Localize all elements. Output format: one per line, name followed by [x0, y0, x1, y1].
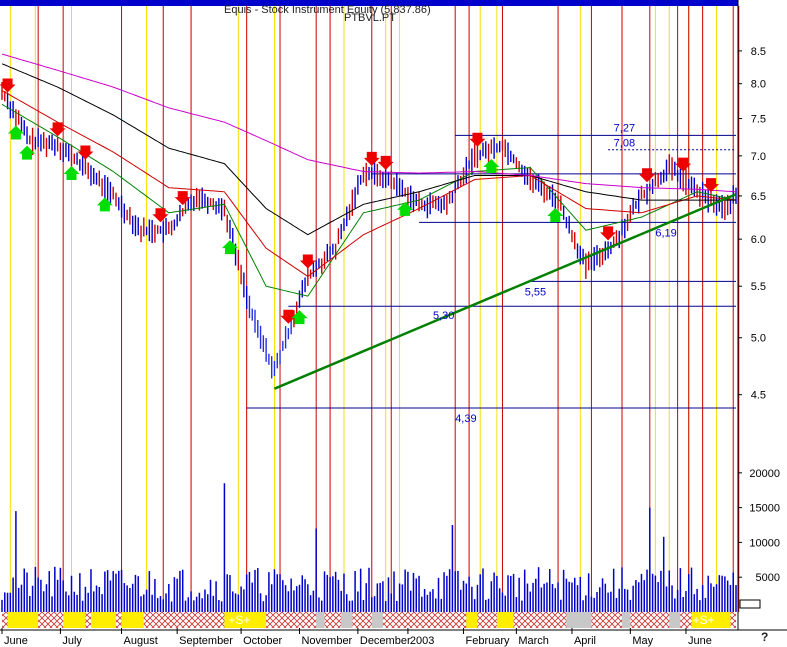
price-annotation-2: 6,19 — [655, 227, 676, 239]
chart-symbol: PTBVL.PT — [344, 12, 396, 24]
x-tick-label: June — [688, 635, 712, 647]
band-yellow-1 — [63, 612, 86, 628]
band-grey-3 — [566, 612, 592, 628]
x-tick-label: May — [632, 635, 653, 647]
band-yellow-3 — [121, 612, 144, 628]
chart-title: Equis - Stock Instrument Equity (5,837.8… — [224, 4, 431, 16]
band-label-0: +S+ — [228, 613, 250, 627]
band-grey-5 — [669, 612, 681, 628]
price-annotation-3: 5,55 — [525, 286, 546, 298]
volume-tick-label: 10000 — [749, 537, 780, 549]
x-tick-label: September — [179, 635, 233, 647]
x-tick-label: December — [360, 635, 411, 647]
price-tick-label: 7.5 — [751, 114, 766, 126]
volume-scale-box — [739, 599, 761, 609]
price-tick-label: 7.0 — [751, 151, 766, 163]
stock-chart: +S+ +S+ 4.5 5.0 5.5 6.0 6.5 7.0 7.5 8.0 8.5 5000 10… — [0, 0, 787, 647]
price-tick-label: 6.5 — [751, 191, 766, 203]
x-tick-label: February — [466, 635, 511, 647]
help-icon[interactable]: ? — [761, 630, 768, 644]
x-tick-label: March — [518, 635, 549, 647]
band-label-1: +S+ — [693, 613, 715, 627]
price-annotation-1: 7,08 — [614, 138, 635, 150]
x-tick-label: 2003 — [410, 635, 434, 647]
volume-tick-label: 15000 — [749, 503, 780, 515]
price-annotation-5: 4,39 — [455, 413, 476, 425]
band-yellow-6 — [496, 612, 514, 628]
band-yellow-2 — [90, 612, 116, 628]
price-tick-label: 8.5 — [751, 46, 766, 58]
price-tick-label: 8.0 — [751, 79, 766, 91]
price-tick-label: 5.0 — [751, 333, 766, 345]
band-grey-1 — [341, 612, 353, 628]
x-tick-label: July — [62, 635, 82, 647]
band-grey-2 — [371, 612, 383, 628]
band-grey-0 — [316, 612, 325, 628]
price-annotation-0: 7,27 — [614, 122, 635, 134]
x-tick-label: April — [574, 635, 596, 647]
price-tick-label: 5.5 — [751, 281, 766, 293]
band-yellow-5 — [466, 612, 478, 628]
price-tick-label: 4.5 — [751, 390, 766, 402]
band-yellow-0 — [7, 612, 39, 628]
x-tick-label: June — [4, 635, 28, 647]
band-grey-4 — [622, 612, 631, 628]
x-tick-label: August — [124, 635, 158, 647]
price-annotation-4: 5,30 — [433, 310, 454, 322]
volume-tick-label: 20000 — [749, 468, 780, 480]
volume-tick-label: 5000 — [756, 572, 780, 584]
x-tick-label: October — [243, 635, 282, 647]
x-tick-label: November — [301, 635, 352, 647]
price-tick-label: 6.0 — [751, 234, 766, 246]
